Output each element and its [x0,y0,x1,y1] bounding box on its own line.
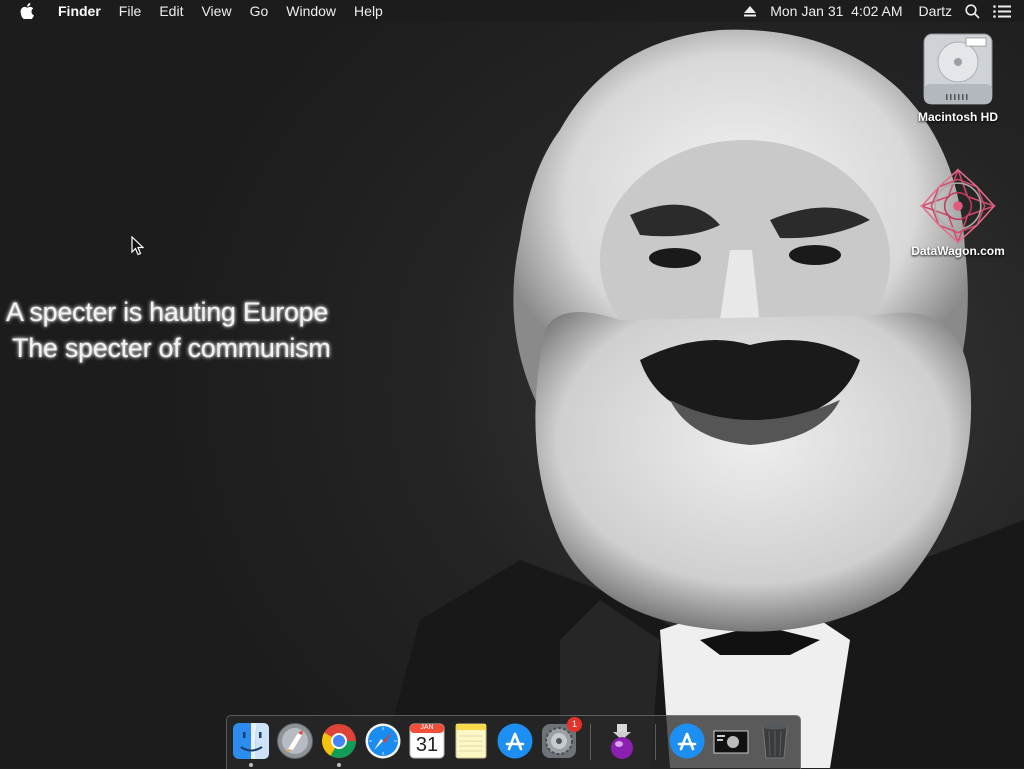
calendar-day: 31 [415,734,439,756]
dock: JAN 31 1 [226,715,801,769]
menu-edit[interactable]: Edit [150,0,192,22]
menu-help[interactable]: Help [345,0,392,22]
desktop-icon-label: DataWagon.com [911,244,1005,258]
mouse-pointer-icon [131,235,145,261]
desktop-icon-label: Macintosh HD [917,110,998,124]
dock-photo-booth-icon[interactable] [712,722,750,760]
dock-notes-icon[interactable] [452,722,490,760]
dock-system-preferences-icon[interactable]: 1 [540,717,582,760]
menubar-clock[interactable]: Mon Jan 31 4:02 AM [762,0,910,22]
dock-separator [655,724,656,760]
notification-badge: 1 [567,717,582,732]
eject-icon[interactable] [738,0,762,22]
menu-bar: Finder File Edit View Go Window Help Mon… [0,0,1024,22]
dock-safari-icon[interactable] [364,722,402,760]
dock-app-store-icon[interactable] [496,722,534,760]
hard-drive-icon [918,28,998,108]
dock-installer-icon[interactable] [603,722,641,760]
menu-view[interactable]: View [192,0,240,22]
desktop-icon-datawagon[interactable]: DataWagon.com [903,166,1013,258]
dock-app-store-icon-2[interactable] [668,722,706,760]
menu-app-finder[interactable]: Finder [49,0,110,22]
apple-menu-icon[interactable] [17,0,37,22]
menubar-user[interactable]: Dartz [911,0,960,22]
notification-center-icon[interactable] [990,0,1014,22]
quote-line-1: A specter is hauting Europe [6,297,329,327]
quote-line-2: The specter of communism [12,333,331,363]
menu-go[interactable]: Go [241,0,278,22]
dock-launchpad-icon[interactable] [276,722,314,760]
wallpaper-portrait-image [380,29,1024,768]
wallpaper-quote: A specter is hauting Europe The specter … [6,294,331,366]
calendar-month: JAN [420,724,434,731]
menu-file[interactable]: File [110,0,151,22]
spotlight-search-icon[interactable] [960,0,984,22]
dock-chrome-icon[interactable] [320,722,358,767]
menu-window[interactable]: Window [277,0,345,22]
datawagon-logo-icon [918,166,998,246]
dock-finder-icon[interactable] [232,722,270,767]
dock-trash-icon[interactable] [756,722,794,760]
desktop-wallpaper [0,0,1024,768]
dock-separator [590,724,591,760]
desktop-icon-macintosh-hd[interactable]: Macintosh HD [903,28,1013,124]
dock-calendar-icon[interactable]: JAN 31 [408,722,446,760]
